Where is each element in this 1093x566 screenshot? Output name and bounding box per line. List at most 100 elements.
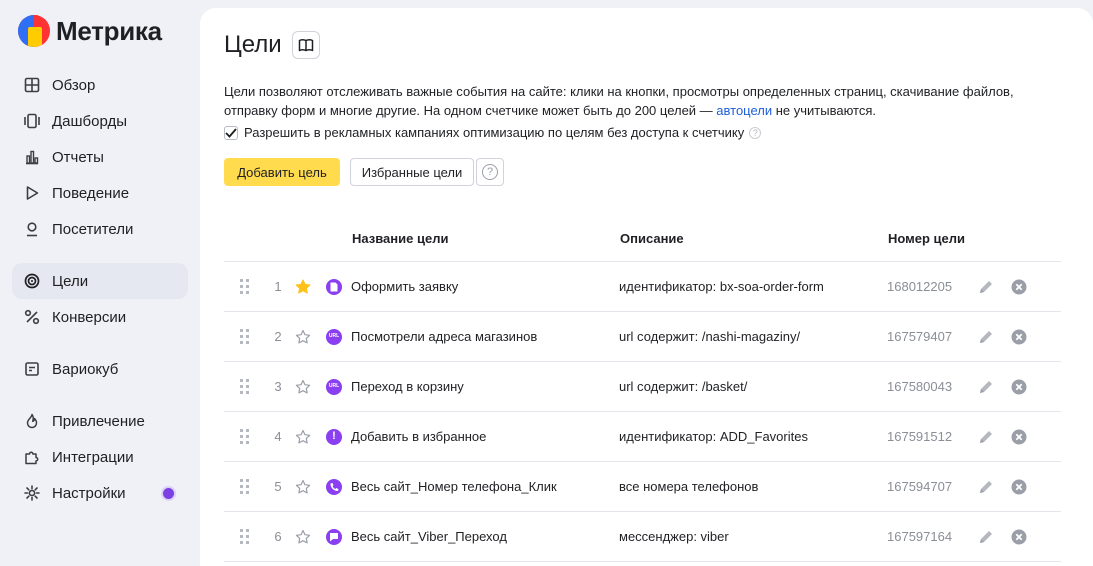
table-row[interactable]: 6 Весь сайт_Viber_Переход мессенджер: vibe…	[224, 512, 1061, 562]
drag-handle-icon[interactable]	[240, 512, 250, 561]
puzzle-icon	[24, 449, 40, 465]
bar-chart-icon	[24, 149, 40, 165]
checkmark-icon	[225, 127, 237, 138]
goal-description: url содержит: /basket/	[619, 379, 748, 394]
star-icon[interactable]	[295, 462, 311, 511]
optimization-checkbox[interactable]	[224, 125, 238, 140]
sidebar-item-visitors[interactable]: Посетители	[12, 211, 188, 247]
sidebar-item-dashboards[interactable]: Дашборды	[12, 103, 188, 139]
logo[interactable]: Метрика	[18, 15, 162, 47]
goal-description: url содержит: /nashi-magaziny/	[619, 329, 801, 344]
pencil-icon[interactable]	[978, 462, 994, 511]
grid-icon	[24, 77, 40, 93]
help-button[interactable]: ?	[476, 158, 504, 186]
sidebar-item-label: Конверсии	[52, 308, 127, 326]
sidebar-item-label: Настройки	[52, 484, 126, 502]
metrika-logo-icon	[18, 15, 50, 47]
sidebar-item-behavior[interactable]: Поведение	[12, 175, 188, 211]
goal-description: все номера телефонов	[619, 479, 759, 494]
sidebar-item-settings[interactable]: Настройки	[12, 475, 188, 511]
notification-dot	[163, 488, 174, 499]
sidebar-item-overview[interactable]: Обзор	[12, 67, 188, 103]
phone-icon	[326, 462, 342, 511]
sidebar-item-label: Привлечение	[52, 412, 145, 430]
book-icon	[298, 39, 313, 52]
favorite-goals-button[interactable]: Избранные цели	[350, 158, 474, 186]
exclamation-icon: !	[326, 412, 342, 461]
sidebar-item-label: Отчеты	[52, 148, 104, 166]
row-number: 6	[274, 529, 282, 544]
drag-handle-icon[interactable]	[240, 312, 250, 361]
star-icon[interactable]	[295, 312, 311, 361]
drag-handle-icon[interactable]	[240, 362, 250, 411]
target-icon	[24, 273, 40, 289]
goal-name[interactable]: Весь сайт_Viber_Переход	[351, 512, 507, 561]
table-row[interactable]: 5 Весь сайт_Номер телефона_Клик все номера…	[224, 462, 1061, 512]
dashboard-icon	[24, 113, 40, 129]
pencil-icon[interactable]	[978, 512, 994, 561]
star-icon[interactable]	[295, 262, 311, 311]
goal-id: 167597164	[887, 529, 953, 544]
row-number: 1	[274, 279, 282, 294]
add-goal-button[interactable]: Добавить цель	[224, 158, 340, 186]
delete-icon[interactable]	[1011, 512, 1027, 561]
play-icon	[24, 185, 40, 201]
table-row[interactable]: 2 URL Посмотрели адреса магазинов url содер…	[224, 312, 1061, 362]
main-panel: Цели Цели позволяют отслеживать важные с…	[200, 8, 1093, 566]
delete-icon[interactable]	[1011, 462, 1027, 511]
pencil-icon[interactable]	[978, 262, 994, 311]
question-icon[interactable]: ?	[749, 126, 762, 139]
sidebar-item-label: Обзор	[52, 76, 96, 94]
sidebar-item-label: Цели	[52, 272, 89, 290]
sidebar-item-goals[interactable]: Цели	[12, 263, 188, 299]
page-description: Цели позволяют отслеживать важные событи…	[224, 82, 1054, 120]
goal-name[interactable]: Добавить в избранное	[351, 412, 486, 461]
page-title: Цели	[224, 31, 282, 58]
sidebar: Метрика Обзор Дашборды Отчеты Поведение …	[0, 0, 200, 566]
help-book-button[interactable]	[291, 31, 320, 59]
percent-icon	[24, 309, 40, 325]
goal-name[interactable]: Переход в корзину	[351, 362, 464, 411]
flame-icon	[24, 413, 40, 429]
delete-icon[interactable]	[1011, 262, 1027, 311]
pencil-icon[interactable]	[978, 412, 994, 461]
goal-description: мессенджер: viber	[619, 529, 729, 544]
sidebar-item-variocube[interactable]: Вариокуб	[12, 351, 188, 387]
sidebar-item-label: Поведение	[52, 184, 130, 202]
delete-icon[interactable]	[1011, 412, 1027, 461]
person-icon	[24, 221, 40, 237]
app-name: Метрика	[56, 15, 162, 46]
sidebar-item-integrations[interactable]: Интеграции	[12, 439, 188, 475]
sidebar-item-conversions[interactable]: Конверсии	[12, 299, 188, 335]
star-icon[interactable]	[295, 412, 311, 461]
drag-handle-icon[interactable]	[240, 462, 250, 511]
pencil-icon[interactable]	[978, 312, 994, 361]
delete-icon[interactable]	[1011, 362, 1027, 411]
optimization-checkbox-label[interactable]: Разрешить в рекламных кампаниях оптимиза…	[244, 125, 744, 140]
column-header-description: Описание	[620, 231, 684, 246]
goal-description: идентификатор: bx-soa-order-form	[619, 279, 824, 294]
goal-id: 167580043	[887, 379, 953, 394]
goal-id: 167594707	[887, 479, 953, 494]
delete-icon[interactable]	[1011, 312, 1027, 361]
row-number: 5	[274, 479, 282, 494]
drag-handle-icon[interactable]	[240, 262, 250, 311]
pencil-icon[interactable]	[978, 362, 994, 411]
goal-name[interactable]: Весь сайт_Номер телефона_Клик	[351, 462, 557, 511]
sidebar-item-label: Интеграции	[52, 448, 134, 466]
drag-handle-icon[interactable]	[240, 412, 250, 461]
column-header-id: Номер цели	[888, 231, 966, 246]
table-row[interactable]: 4! Добавить в избранное идентификатор: ADD…	[224, 412, 1061, 462]
star-icon[interactable]	[295, 512, 311, 561]
row-number: 4	[274, 429, 282, 444]
table-row[interactable]: 3 URL Переход в корзину url содержит: /bask…	[224, 362, 1061, 412]
row-number: 3	[274, 379, 282, 394]
sidebar-item-acquisition[interactable]: Привлечение	[12, 403, 188, 439]
autogoals-link[interactable]: автоцели	[716, 103, 772, 118]
goal-name[interactable]: Оформить заявку	[351, 262, 458, 311]
star-icon[interactable]	[295, 362, 311, 411]
goal-name[interactable]: Посмотрели адреса магазинов	[351, 312, 537, 361]
question-icon: ?	[482, 164, 498, 180]
sidebar-item-reports[interactable]: Отчеты	[12, 139, 188, 175]
table-row[interactable]: 1 Оформить заявку идентификатор: bx-soa-or…	[224, 262, 1061, 312]
